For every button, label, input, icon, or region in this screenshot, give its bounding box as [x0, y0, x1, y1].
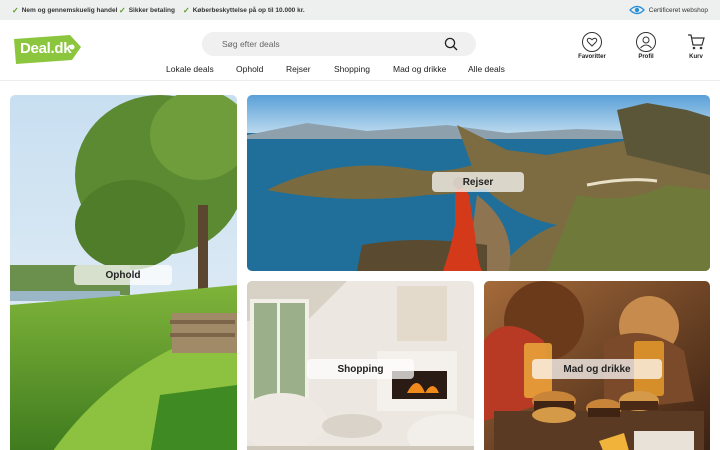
tile-label-shopping: Shopping [307, 359, 414, 379]
tile-ophold[interactable]: Ophold [10, 95, 237, 450]
check-icon: ✓ [183, 5, 190, 15]
tile-label-rejser: Rejser [432, 172, 524, 192]
usp-item: ✓ Nem og gennemskuelig handel [12, 0, 117, 20]
tile-shopping[interactable]: Shopping [247, 281, 474, 450]
certified-text: Certificeret webshop [648, 6, 708, 14]
favorites-label: Favoritter [578, 54, 606, 60]
check-icon: ✓ [12, 5, 19, 15]
nav-item-shopping[interactable]: Shopping [334, 64, 370, 76]
usp-item: ✓ Køberbeskyttelse på op til 10.000 kr. [183, 0, 305, 20]
eye-icon [628, 5, 645, 15]
heart-icon [582, 32, 602, 52]
usp-text: Nem og gennemskuelig handel [21, 6, 118, 14]
check-icon: ✓ [119, 5, 126, 15]
logo[interactable]: Deal.dk [12, 33, 82, 67]
cart-label: Kurv [689, 54, 703, 60]
tile-rejser[interactable]: Rejser [247, 95, 710, 271]
favorites-button[interactable]: Favoritter [572, 32, 612, 60]
cart-icon [688, 34, 705, 50]
certified-webshop[interactable]: Certificeret webshop [628, 0, 708, 20]
usp-text: Køberbeskyttelse på op til 10.000 kr. [192, 6, 305, 14]
usp-item: ✓ Sikker betaling [119, 0, 175, 20]
usp-text: Sikker betaling [128, 6, 175, 14]
user-icon [636, 32, 656, 52]
cart-button[interactable]: Kurv [676, 32, 716, 60]
search-icon[interactable] [444, 37, 458, 51]
tile-mad-og-drikke[interactable]: Mad og drikke [484, 281, 710, 450]
profile-button[interactable]: Profil [626, 32, 666, 60]
logo-text: Deal.dk [20, 40, 72, 57]
tile-label-mad-og-drikke: Mad og drikke [532, 359, 662, 379]
profile-label: Profil [638, 54, 654, 60]
search-input[interactable] [202, 32, 442, 56]
site-header: Deal.dk Lokale deals Ophold Rejser Shopp… [0, 20, 720, 81]
search-bar [202, 32, 476, 56]
usp-bar: ✓ Nem og gennemskuelig handel ✓ Sikker b… [0, 0, 720, 20]
nav-item-rejser[interactable]: Rejser [286, 64, 311, 76]
nav-item-ophold[interactable]: Ophold [236, 64, 263, 76]
nav-item-lokale-deals[interactable]: Lokale deals [166, 64, 214, 76]
tile-label-ophold: Ophold [74, 265, 172, 285]
nav-item-mad-og-drikke[interactable]: Mad og drikke [393, 64, 446, 76]
nav-item-alle-deals[interactable]: Alle deals [468, 64, 505, 76]
